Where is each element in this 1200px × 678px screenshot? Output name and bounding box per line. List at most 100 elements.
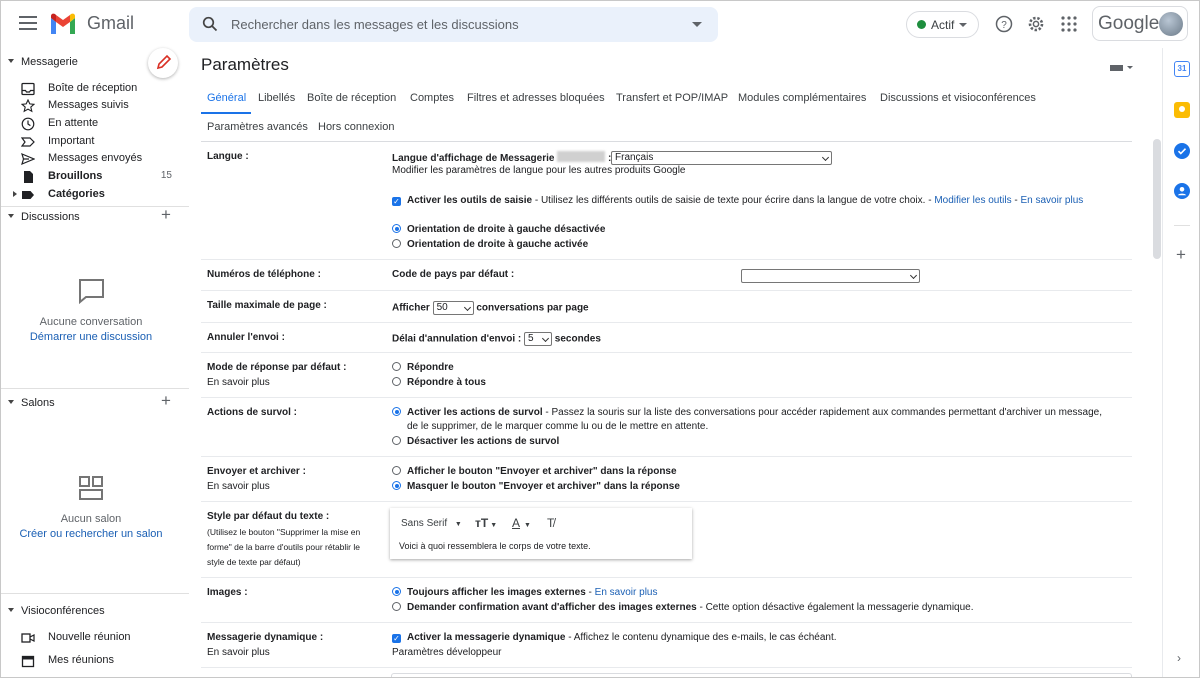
tab-offline[interactable]: Hors connexion	[318, 121, 394, 133]
language-select[interactable]: Français	[611, 150, 832, 165]
sidebar-item-snoozed[interactable]: En attente	[21, 116, 181, 132]
tab-chat-meet[interactable]: Discussions et visioconférences	[880, 92, 1036, 104]
compose-button[interactable]	[148, 48, 178, 78]
keep-app-icon[interactable]	[1174, 102, 1190, 118]
learn-more-link[interactable]: En savoir plus	[1020, 195, 1083, 206]
important-icon	[21, 137, 35, 147]
chat-bubble-icon	[79, 279, 104, 304]
chevron-right-icon[interactable]: ›	[1177, 651, 1181, 665]
reply-all-radio[interactable]	[392, 377, 401, 386]
rtl-on-option[interactable]: Orientation de droite à gauche activée	[392, 239, 588, 250]
rtl-off-option[interactable]: Orientation de droite à gauche désactivé…	[392, 224, 605, 235]
tasks-app-icon[interactable]	[1174, 143, 1190, 159]
remove-formatting-icon[interactable]: T̸	[547, 516, 554, 530]
text-style-editor[interactable]: Sans Serif ▼ тT ▼ A ▼ T̸ Voici à quoi ress…	[390, 508, 692, 559]
add-app-icon[interactable]: +	[1176, 245, 1186, 265]
section-discussions[interactable]: Discussions	[8, 211, 80, 223]
tab-labels[interactable]: Libellés	[258, 92, 295, 104]
status-selector[interactable]: Actif	[906, 11, 979, 38]
section-messagerie[interactable]: Messagerie	[8, 56, 78, 68]
developer-settings-link[interactable]: Paramètres développeur	[392, 647, 502, 658]
text-color-icon[interactable]: A ▼	[512, 516, 531, 530]
font-family-select[interactable]: Sans Serif ▼	[401, 518, 462, 529]
hide-send-archive-label: Masquer le bouton "Envoyer et archiver" …	[407, 481, 680, 492]
sidebar-item-important[interactable]: Important	[21, 134, 181, 150]
search-options-icon[interactable]	[692, 22, 702, 27]
tab-filters[interactable]: Filtres et adresses bloquées	[467, 92, 605, 104]
sidebar-item-inbox[interactable]: Boîte de réception	[21, 81, 181, 97]
undo-row: Délai d'annulation d'envoi : 5 secondes	[392, 332, 601, 346]
main-menu-icon[interactable]	[19, 16, 37, 30]
setting-label-images: Images :	[207, 587, 248, 598]
input-tools-label: Activer les outils de saisie	[407, 195, 533, 206]
sidebar-item-drafts[interactable]: Brouillons 15	[21, 169, 181, 185]
chevron-down-icon	[910, 271, 918, 279]
contacts-app-icon[interactable]	[1174, 183, 1190, 199]
reply-learn-more-link[interactable]: En savoir plus	[207, 377, 270, 388]
images-ask-radio[interactable]	[392, 602, 401, 611]
scrollbar-thumb[interactable]	[1153, 139, 1161, 259]
undo-delay-value: 5	[528, 333, 534, 344]
reply-option[interactable]: Répondre	[392, 362, 454, 373]
sidebar-item-new-meeting[interactable]: Nouvelle réunion	[21, 630, 181, 646]
sidebar-item-sent[interactable]: Messages envoyés	[21, 151, 181, 167]
section-salons[interactable]: Salons	[8, 397, 55, 409]
tab-accounts[interactable]: Comptes	[410, 92, 454, 104]
search-icon[interactable]	[202, 16, 218, 32]
reply-all-option[interactable]: Répondre à tous	[392, 377, 486, 388]
rtl-off-radio[interactable]	[392, 224, 401, 233]
font-size-icon[interactable]: тT ▼	[475, 516, 497, 530]
start-discussion-link[interactable]: Démarrer une discussion	[1, 331, 181, 343]
tab-advanced[interactable]: Paramètres avancés	[207, 121, 308, 133]
images-always-option[interactable]: Toujours afficher les images externes - …	[392, 587, 657, 598]
tab-general[interactable]: Général	[207, 92, 246, 104]
calendar-app-icon[interactable]: 31	[1174, 61, 1190, 77]
tab-forwarding[interactable]: Transfert et POP/IMAP	[616, 92, 728, 104]
gear-icon[interactable]	[1026, 14, 1046, 34]
add-salon-icon[interactable]: +	[161, 391, 171, 411]
send-archive-learn-more-link[interactable]: En savoir plus	[207, 481, 270, 492]
edit-tools-link[interactable]: Modifier les outils	[934, 195, 1011, 206]
gmail-logo[interactable]	[49, 13, 77, 35]
display-density-button[interactable]	[1109, 60, 1135, 78]
send-icon	[21, 152, 35, 166]
apps-grid-icon[interactable]	[1059, 14, 1079, 34]
dynamic-checkbox[interactable]: ✓	[392, 634, 401, 643]
page-size-select[interactable]: 50	[432, 301, 474, 315]
hover-off-option[interactable]: Désactiver les actions de survol	[392, 436, 559, 447]
page-title: Paramètres	[201, 55, 289, 74]
hover-off-radio[interactable]	[392, 436, 401, 445]
row-divider	[201, 577, 1132, 578]
language-other-products-link[interactable]: Modifier les paramètres de langue pour l…	[392, 165, 686, 176]
sidebar-item-label: Important	[48, 135, 95, 147]
search-bar[interactable]: Rechercher dans les messages et les disc…	[189, 7, 718, 42]
find-salon-link[interactable]: Créer ou rechercher un salon	[1, 528, 181, 540]
undo-delay-select[interactable]: 5	[524, 332, 552, 346]
show-send-archive-radio[interactable]	[392, 466, 401, 475]
input-tools-checkbox[interactable]: ✓	[392, 197, 401, 206]
tab-addons[interactable]: Modules complémentaires	[738, 92, 866, 104]
chevron-right-icon[interactable]	[13, 191, 17, 197]
sidebar-item-categories[interactable]: Catégories	[13, 187, 181, 203]
dynamic-option[interactable]: ✓ Activer la messagerie dynamique - Affic…	[392, 632, 837, 643]
google-account-button[interactable]: Google	[1092, 6, 1188, 41]
dynamic-learn-more-link[interactable]: En savoir plus	[207, 647, 270, 658]
avatar[interactable]	[1159, 12, 1183, 36]
tab-inbox[interactable]: Boîte de réception	[307, 92, 396, 104]
images-always-radio[interactable]	[392, 587, 401, 596]
hide-send-archive-radio[interactable]	[392, 481, 401, 490]
hover-on-option[interactable]: Activer les actions de survol - Passez l…	[392, 407, 1102, 418]
sidebar-item-starred[interactable]: Messages suivis	[21, 98, 181, 114]
rtl-on-radio[interactable]	[392, 239, 401, 248]
section-visio[interactable]: Visioconférences	[8, 605, 105, 617]
sidebar-item-my-meetings[interactable]: Mes réunions	[21, 653, 181, 669]
add-discussion-icon[interactable]: +	[161, 205, 171, 225]
show-send-archive-option[interactable]: Afficher le bouton "Envoyer et archiver"…	[392, 466, 677, 477]
images-learn-more-link[interactable]: En savoir plus	[595, 587, 658, 598]
country-code-select[interactable]	[741, 268, 921, 283]
images-ask-option[interactable]: Demander confirmation avant d'afficher d…	[392, 602, 974, 613]
hide-send-archive-option[interactable]: Masquer le bouton "Envoyer et archiver" …	[392, 481, 680, 492]
reply-radio[interactable]	[392, 362, 401, 371]
help-icon[interactable]: ?	[994, 14, 1014, 34]
hover-on-radio[interactable]	[392, 407, 401, 416]
